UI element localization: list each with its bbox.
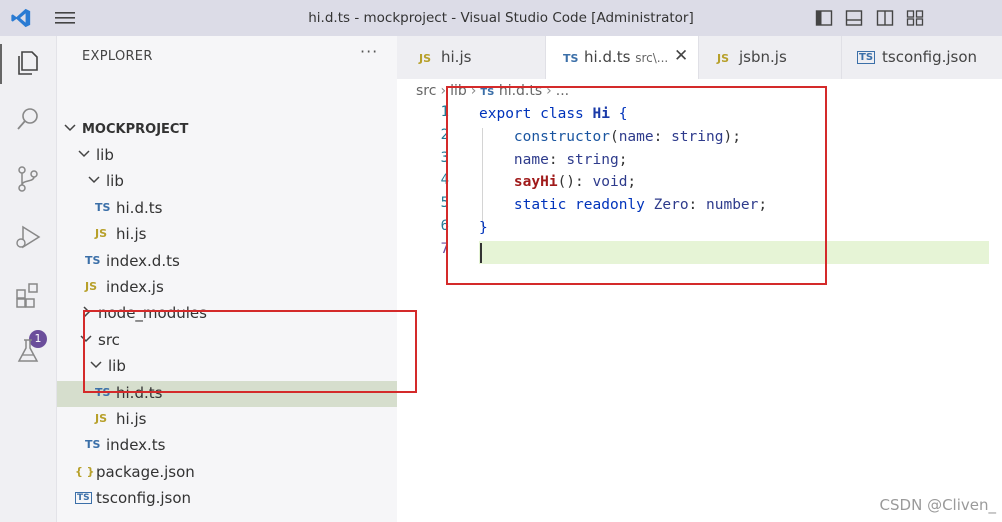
- line-number: 7: [440, 241, 449, 257]
- toggle-secondary-sidebar-icon[interactable]: [876, 9, 894, 27]
- tree-file[interactable]: JS hi.js: [57, 407, 397, 433]
- tree-item-label: MOCKPROJECT: [82, 122, 189, 137]
- tree-folder[interactable]: lib: [57, 169, 397, 195]
- tab-label: jsbn.js: [739, 48, 787, 66]
- js-file-icon: JS: [419, 52, 432, 65]
- js-file-icon: JS: [85, 280, 98, 293]
- explorer-icon[interactable]: [13, 48, 43, 78]
- ts-file-icon: TS: [95, 201, 111, 214]
- search-icon[interactable]: [13, 104, 43, 134]
- toggle-panel-icon[interactable]: [845, 9, 863, 27]
- project-root[interactable]: MOCKPROJECT: [57, 117, 397, 143]
- title-bar: hi.d.ts - mockproject - Visual Studio Co…: [0, 0, 1002, 36]
- tree-file[interactable]: TS index.d.ts: [57, 249, 397, 275]
- source-control-icon[interactable]: [13, 164, 43, 194]
- tree-item-label: index.js: [106, 278, 164, 296]
- tree-item-label: index.ts: [106, 436, 166, 454]
- customize-layout-icon[interactable]: [906, 9, 924, 27]
- tree-item-label: lib: [96, 146, 114, 164]
- chevron-down-icon: [78, 150, 90, 158]
- js-file-icon: JS: [95, 227, 108, 240]
- breadcrumb-item[interactable]: src: [416, 83, 436, 99]
- line-number: 1: [440, 104, 449, 120]
- more-actions-icon[interactable]: ···: [360, 42, 378, 61]
- tsconfig-file-icon: TS: [75, 492, 92, 504]
- tree-item-label: index.d.ts: [106, 252, 180, 270]
- extensions-icon[interactable]: [13, 280, 43, 310]
- tab-label: hi.d.ts src\...: [584, 48, 669, 66]
- tree-file[interactable]: JS index.js: [57, 275, 397, 301]
- tree-folder[interactable]: lib: [57, 143, 397, 169]
- tab-hi-d-ts[interactable]: TS hi.d.ts src\... ✕: [546, 36, 699, 79]
- tree-item-label: hi.d.ts: [116, 199, 163, 217]
- activity-bar: 1: [0, 36, 57, 522]
- line-number: 5: [440, 195, 449, 211]
- tree-file[interactable]: TS hi.d.ts: [57, 196, 397, 222]
- tree-item-label: hi.js: [116, 225, 147, 243]
- annotation-box-src-lib: [83, 310, 417, 393]
- ts-file-icon: TS: [563, 52, 579, 65]
- tree-item-label: lib: [106, 172, 124, 190]
- tree-item-label: tsconfig.json: [96, 489, 192, 507]
- run-debug-icon[interactable]: [13, 222, 43, 252]
- ts-file-icon: TS: [85, 254, 101, 267]
- tree-file[interactable]: { } package.json: [57, 460, 397, 486]
- tab-bar: JS hi.js TS hi.d.ts src\... ✕ JS jsbn.js…: [397, 36, 1002, 79]
- toggle-primary-sidebar-icon[interactable]: [815, 9, 833, 27]
- line-number: 2: [440, 127, 449, 143]
- tsconfig-file-icon: TS: [857, 51, 876, 64]
- tab-hi-js[interactable]: JS hi.js: [397, 36, 546, 79]
- annotation-box-code: [446, 86, 827, 285]
- explorer-sidebar: EXPLORER ··· MOCKPROJECT lib lib TS hi.d.ts J…: [57, 36, 397, 522]
- explorer-header: EXPLORER: [82, 49, 153, 64]
- json-file-icon: { }: [75, 465, 95, 478]
- chevron-down-icon: [64, 124, 76, 132]
- tab-tsconfig-json[interactable]: TS tsconfig.json: [842, 36, 1002, 79]
- watermark: CSDN @Cliven_: [879, 496, 996, 514]
- js-file-icon: JS: [95, 412, 108, 425]
- close-icon[interactable]: ✕: [674, 46, 688, 66]
- tab-label: tsconfig.json: [882, 48, 978, 66]
- line-number: 4: [440, 172, 449, 188]
- ts-file-icon: TS: [85, 438, 101, 451]
- chevron-down-icon: [88, 176, 100, 184]
- line-number: 6: [440, 218, 449, 234]
- tree-file[interactable]: TS tsconfig.json: [57, 486, 397, 512]
- tree-file[interactable]: JS hi.js: [57, 222, 397, 248]
- testing-icon[interactable]: [13, 336, 43, 366]
- active-indicator: [0, 44, 2, 84]
- tab-label: hi.js: [441, 48, 472, 66]
- line-number: 3: [440, 150, 449, 166]
- tab-jsbn-js[interactable]: JS jsbn.js: [699, 36, 842, 79]
- tree-item-label: hi.js: [116, 410, 147, 428]
- tree-file[interactable]: TS index.ts: [57, 433, 397, 459]
- tree-item-label: package.json: [96, 463, 195, 481]
- js-file-icon: JS: [717, 52, 730, 65]
